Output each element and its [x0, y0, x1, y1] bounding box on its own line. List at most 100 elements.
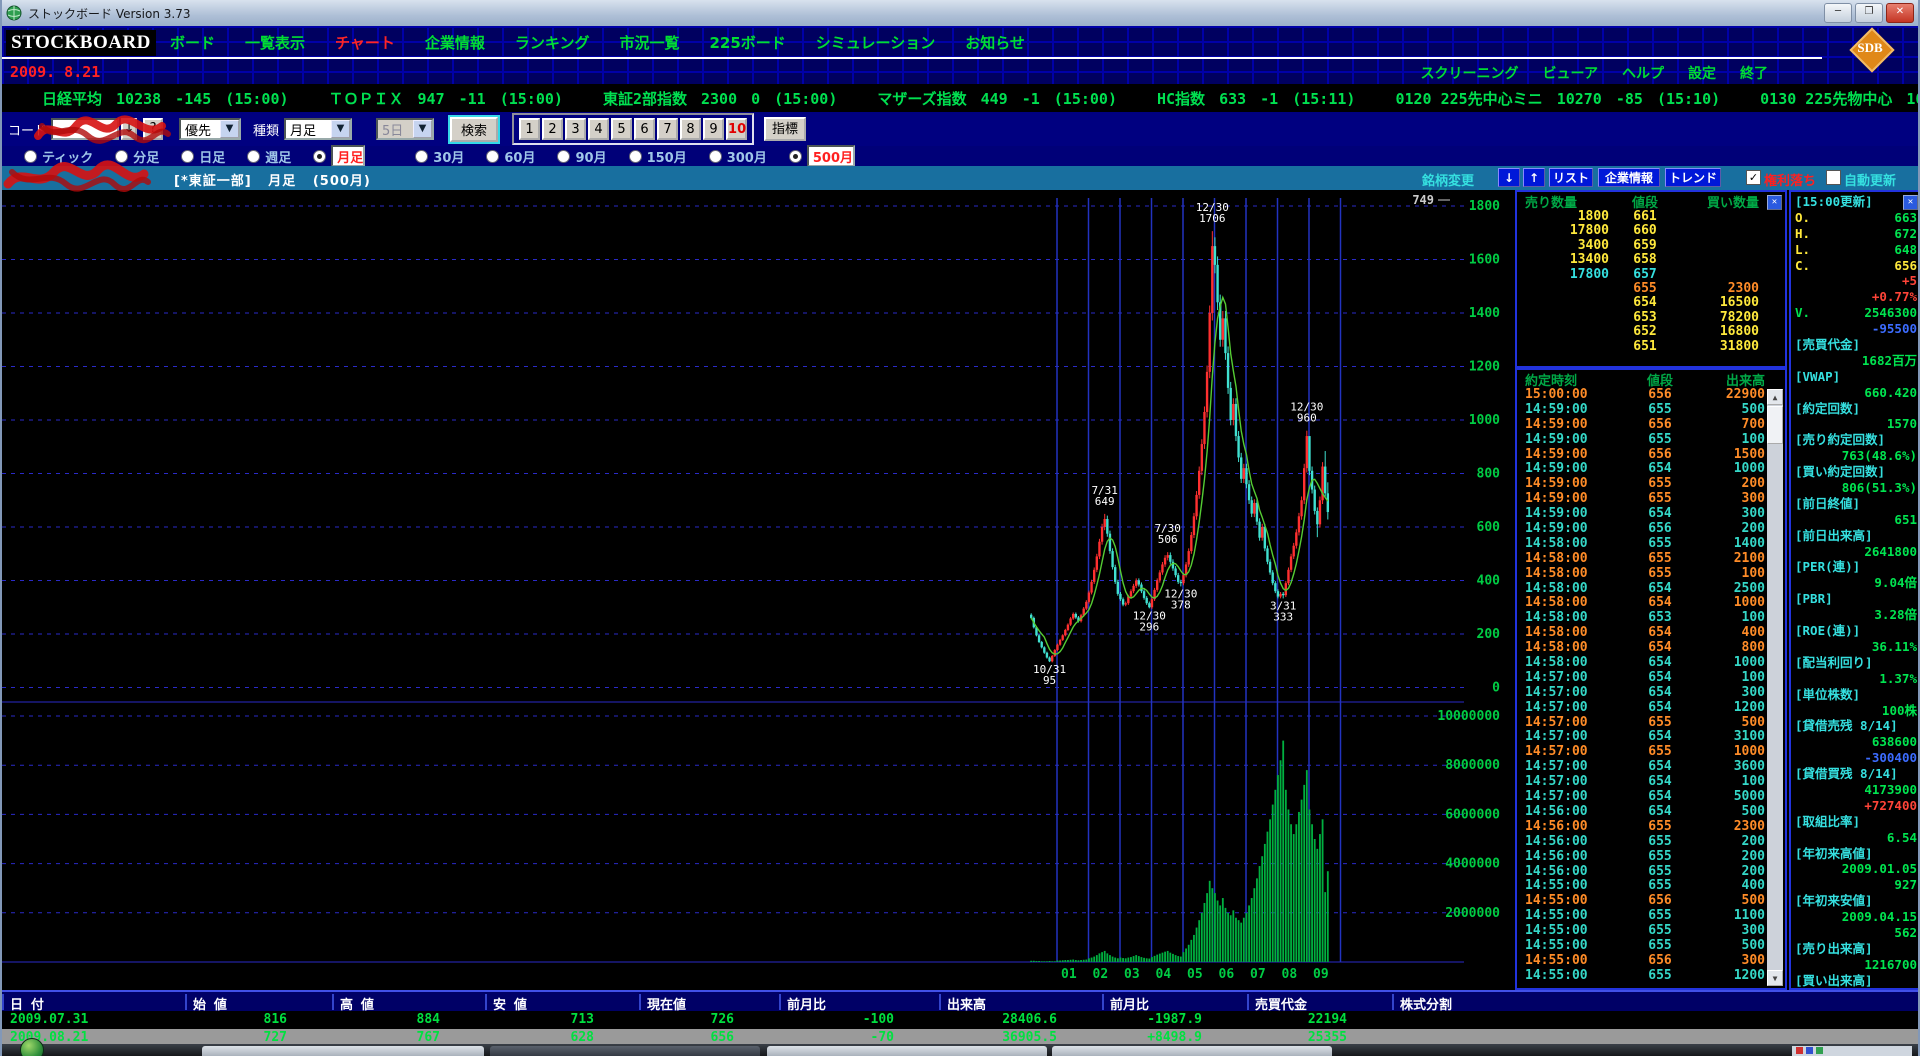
taskbar-button[interactable]	[1052, 1046, 1332, 1056]
tape-row: 14:57:00654100	[1517, 671, 1785, 686]
summary-row: 6.54	[1791, 830, 1920, 846]
timeframe-radio-500月[interactable]: 500月	[789, 145, 855, 167]
taskbar-button[interactable]	[202, 1046, 484, 1056]
page-button-4[interactable]: 4	[588, 118, 609, 140]
timeframe-radio-日足[interactable]: 日足	[181, 147, 225, 166]
table-column-header: 出来高	[939, 994, 986, 1010]
summary-row: 806(51.3%)	[1791, 480, 1920, 496]
summary-row: [PBR]	[1791, 591, 1920, 607]
timeframe-select[interactable]: 月足▼	[284, 118, 352, 140]
index-ticker-item: 0130 225先物中心10280-80(15:10)	[1746, 88, 1918, 109]
summary-row: +5	[1791, 273, 1920, 289]
page-button-9[interactable]: 9	[703, 118, 724, 140]
scroll-up-icon[interactable]: ▲	[1767, 389, 1783, 405]
table-column-header: 前月比	[779, 994, 826, 1010]
svg-text:12/301706: 12/301706	[1196, 201, 1229, 225]
timeframe-radio-300月[interactable]: 300月	[709, 147, 767, 166]
summary-row: -95500	[1791, 321, 1920, 337]
status-bar: [*東証一部] 月足 (500月) 銘柄変更 ↓ ↑ リスト 企業情報 トレンド…	[2, 166, 1918, 190]
menu-item-4[interactable]: ランキング	[515, 32, 590, 53]
close-button[interactable]: ✕	[1886, 3, 1914, 23]
toolbar: コード ↓ ? 優先▼ 種類 月足▼ 5日▼ 検索 12345678910 指標	[2, 112, 1918, 146]
exright-checkbox[interactable]: ✓	[1746, 170, 1761, 185]
corporate-info-button[interactable]: 企業情報	[1598, 168, 1660, 187]
svg-text:749: 749	[1412, 193, 1434, 207]
scrollbar-thumb[interactable]	[1767, 406, 1783, 444]
menu-item-3[interactable]: 企業情報	[425, 32, 485, 53]
secondary-menu-item-1[interactable]: ビューア	[1543, 63, 1598, 83]
menu-item-8[interactable]: お知らせ	[965, 32, 1025, 53]
tape-row: 14:55:00655300	[1517, 924, 1785, 939]
summary-row: [前日終値]	[1791, 496, 1920, 512]
timeframe-radio-90月[interactable]: 90月	[557, 147, 606, 166]
timeframe-radio-30月[interactable]: 30月	[415, 147, 464, 166]
page-button-1[interactable]: 1	[519, 118, 540, 140]
tape-scrollbar[interactable]: ▲ ▼	[1767, 389, 1783, 986]
index-ticker-item: 東証2部指数23000(15:00)	[589, 88, 837, 109]
menu-item-0[interactable]: ボード	[170, 32, 215, 53]
timeframe-radio-150月[interactable]: 150月	[629, 147, 687, 166]
autoupdate-checkbox[interactable]	[1826, 170, 1841, 185]
timeframe-radio-週足[interactable]: 週足	[247, 147, 291, 166]
search-button-frame: 検索	[448, 115, 500, 144]
chevron-down-icon[interactable]: ▼	[220, 120, 239, 138]
trend-button[interactable]: トレンド	[1665, 168, 1721, 187]
restore-button[interactable]: ❐	[1855, 3, 1883, 23]
secondary-menu-item-3[interactable]: 設定	[1688, 63, 1716, 83]
tape-row: 14:55:00656300	[1517, 954, 1785, 969]
menu-item-7[interactable]: シミュレーション	[816, 32, 935, 53]
table-column-header: 現在値	[639, 994, 686, 1010]
page-button-8[interactable]: 8	[680, 118, 701, 140]
close-icon[interactable]: ✕	[1903, 195, 1918, 210]
index-ticker-item: HC指数633-1(15:11)	[1143, 88, 1355, 109]
index-ticker-item: 日経平均10238-145(15:00)	[28, 88, 289, 109]
header: STOCKBOARD ボード一覧表示チャート企業情報ランキング市況一覧225ボー…	[2, 26, 1918, 84]
page-button-3[interactable]: 3	[565, 118, 586, 140]
tape-row: 14:58:00655100	[1517, 567, 1785, 582]
title-bar[interactable]: ストックボード Version 3.73 ─ ❐ ✕	[2, 0, 1918, 26]
close-icon[interactable]: ✕	[1767, 195, 1782, 210]
summary-row: +0.77%	[1791, 289, 1920, 305]
search-button[interactable]: 検索	[450, 117, 498, 142]
menu-item-5[interactable]: 市況一覧	[619, 32, 679, 53]
secondary-menu-item-2[interactable]: ヘルプ	[1622, 63, 1664, 83]
page-button-7[interactable]: 7	[657, 118, 678, 140]
timeframe-radio-60月[interactable]: 60月	[486, 147, 535, 166]
menu-item-6[interactable]: 225ボード	[709, 32, 785, 53]
menu-item-2[interactable]: チャート	[335, 32, 395, 53]
start-orb-icon[interactable]	[20, 1038, 44, 1056]
summary-row: V.2546300	[1791, 305, 1920, 321]
candlestick-chart[interactable]: 0200400600800100012001400160018002000000…	[2, 190, 1512, 990]
symbol-up-button[interactable]: ↑	[1523, 168, 1545, 187]
minimize-button[interactable]: ─	[1824, 3, 1852, 23]
page-button-5[interactable]: 5	[611, 118, 632, 140]
table-row[interactable]: 2009.07.31816884713726-10028406.6-1987.9…	[2, 1011, 1920, 1029]
windows-taskbar[interactable]	[2, 1044, 1920, 1056]
system-tray[interactable]	[1792, 1046, 1912, 1056]
summary-row: 562	[1791, 925, 1920, 941]
table-column-header: 始 値	[185, 994, 227, 1010]
menu-item-1[interactable]: 一覧表示	[245, 32, 305, 53]
page-button-6[interactable]: 6	[634, 118, 655, 140]
symbol-down-button[interactable]: ↓	[1498, 168, 1520, 187]
menu-divider	[2, 57, 1822, 59]
tape-row: 14:57:006545000	[1517, 790, 1785, 805]
chevron-down-icon[interactable]: ▼	[331, 120, 350, 138]
taskbar-button-active[interactable]	[490, 1046, 760, 1056]
secondary-menu-item-4[interactable]: 終了	[1740, 63, 1768, 83]
summary-row: [買い約定回数]	[1791, 464, 1920, 480]
svg-text:1800: 1800	[1469, 199, 1500, 214]
list-button[interactable]: リスト	[1549, 168, 1593, 187]
taskbar-button[interactable]	[767, 1046, 1047, 1056]
priority-select[interactable]: 優先▼	[179, 118, 241, 140]
summary-row: 3.28倍	[1791, 607, 1920, 623]
timeframe-radio-月足[interactable]: 月足	[313, 145, 365, 167]
scroll-down-icon[interactable]: ▼	[1767, 970, 1783, 986]
page-button-2[interactable]: 2	[542, 118, 563, 140]
tape-row: 14:59:00656200	[1517, 522, 1785, 537]
secondary-menu-item-0[interactable]: スクリーニング	[1421, 63, 1519, 83]
page-button-10[interactable]: 10	[726, 118, 747, 140]
indicator-button[interactable]: 指標	[764, 117, 806, 141]
table-column-header: 売買代金	[1247, 994, 1307, 1010]
svg-text:08: 08	[1282, 967, 1298, 982]
